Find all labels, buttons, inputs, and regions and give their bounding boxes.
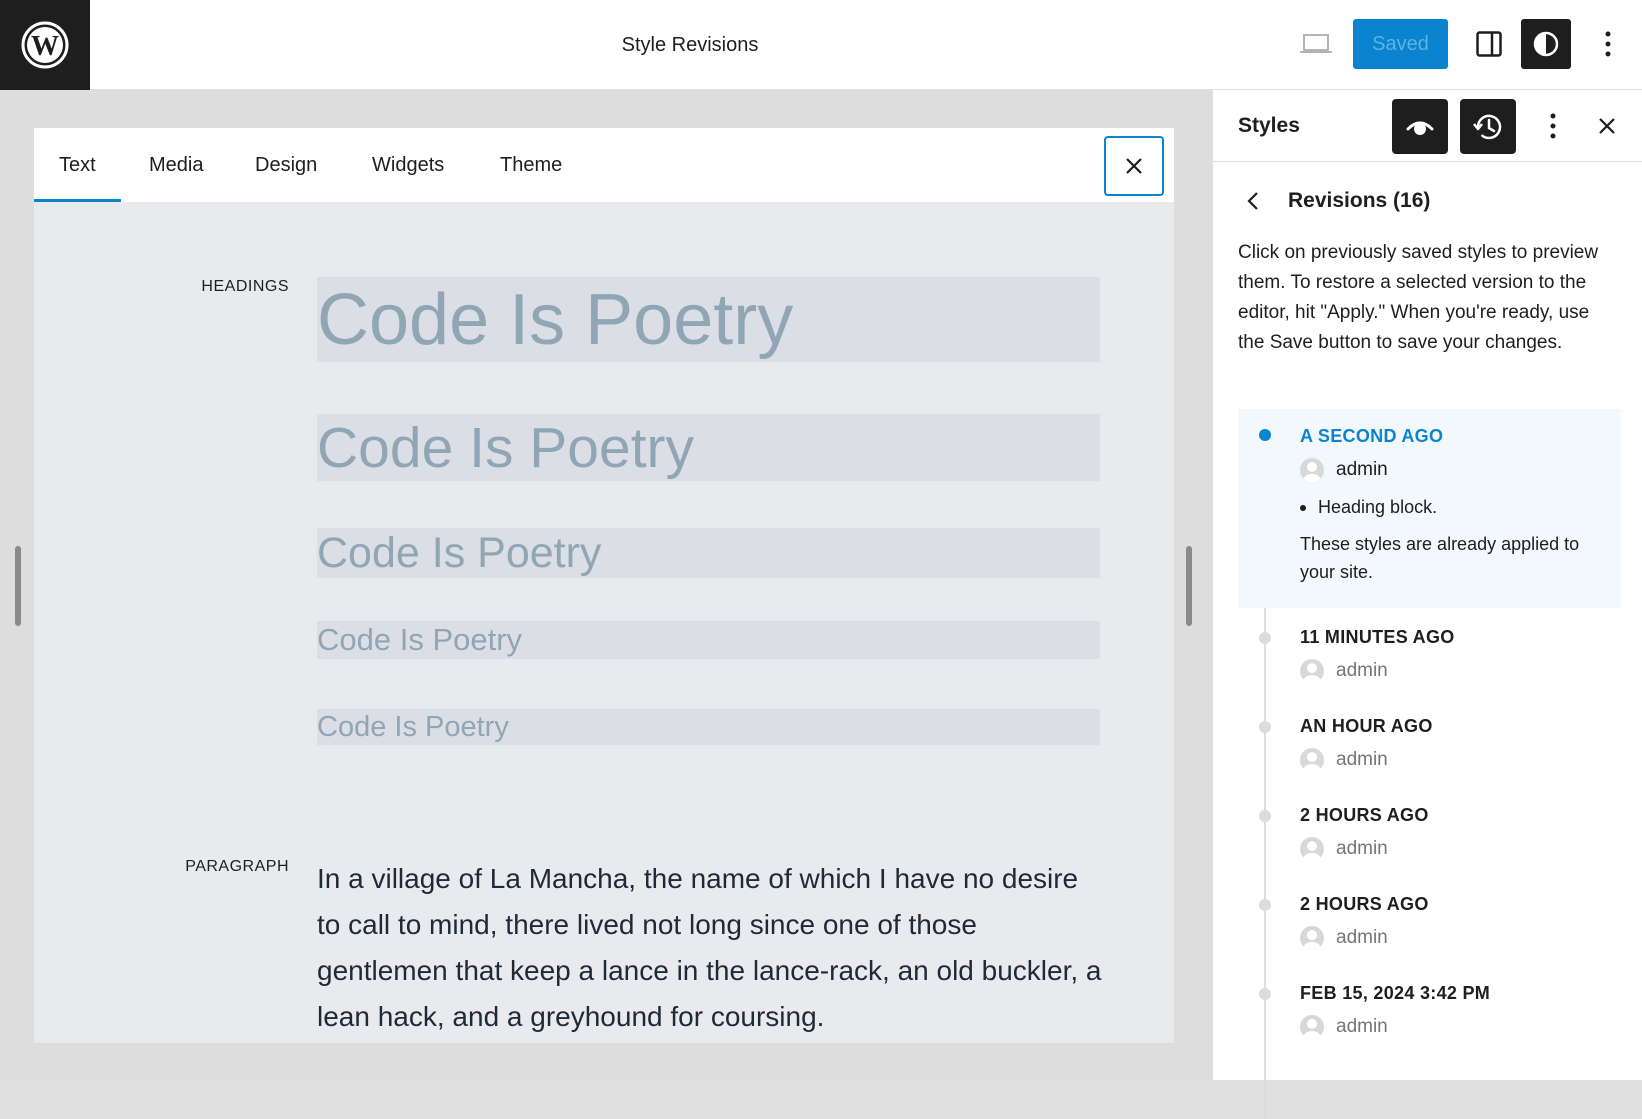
author-name: admin — [1336, 1016, 1388, 1037]
sidebar-header: Styles — [1213, 90, 1642, 162]
revision-applied-note: These styles are already applied to your… — [1300, 534, 1580, 582]
avatar — [1300, 837, 1324, 861]
heading-h4-sample[interactable]: Code Is Poetry — [317, 621, 1100, 659]
avatar — [1300, 748, 1324, 772]
revision-date: FEB 15, 2024 3:42 PM — [1300, 983, 1491, 1003]
style-book-preview: Text Media Design Widgets Theme HEADINGS… — [34, 128, 1174, 1043]
revision-date: 2 HOURS AGO — [1300, 894, 1429, 914]
sidebar-title: Styles — [1238, 114, 1300, 137]
vertical-ellipsis-icon — [1550, 113, 1556, 139]
settings-sidebar-toggle[interactable] — [1464, 20, 1514, 68]
vertical-ellipsis-icon — [1605, 31, 1611, 57]
revisions-navigation: Revisions (16) — [1238, 186, 1430, 216]
bullet-icon — [1300, 504, 1306, 511]
revision-author: admin — [1300, 457, 1621, 483]
heading-h5-sample[interactable]: Code Is Poetry — [317, 709, 1100, 745]
heading-h3-sample[interactable]: Code Is Poetry — [317, 528, 1100, 578]
heading-h1-sample[interactable]: Code Is Poetry — [317, 277, 1100, 362]
left-resize-handle[interactable] — [15, 546, 21, 626]
contrast-half-circle-icon — [1533, 31, 1559, 57]
history-icon — [1473, 114, 1502, 139]
paragraph-sample[interactable]: In a village of La Mancha, the name of w… — [317, 856, 1107, 1040]
styles-sidebar: Styles Revisions (16) Click on previousl… — [1212, 90, 1642, 1119]
revision-author: admin — [1300, 747, 1621, 773]
close-style-book-button[interactable] — [1104, 136, 1164, 196]
editor-header: W Style Revisions Saved — [0, 0, 1642, 90]
device-preview-button[interactable] — [1296, 26, 1336, 62]
revisions-title: Revisions (16) — [1288, 189, 1431, 212]
styles-button[interactable] — [1521, 19, 1571, 69]
revision-item[interactable]: 2 HOURS AGO admin — [1238, 786, 1621, 875]
revision-date: 2 HOURS AGO — [1300, 805, 1429, 825]
revision-item[interactable]: 11 MINUTES AGO admin — [1238, 608, 1621, 697]
avatar — [1300, 659, 1324, 683]
avatar — [1300, 926, 1324, 950]
options-menu-button[interactable] — [1588, 20, 1628, 68]
laptop-icon — [1300, 34, 1332, 53]
tab-media[interactable]: Media — [124, 128, 228, 202]
author-name: admin — [1336, 660, 1388, 681]
revision-dot — [1259, 721, 1271, 733]
revision-dot — [1259, 429, 1271, 441]
revision-item[interactable]: A SECOND AGO admin Heading block. These … — [1238, 409, 1621, 608]
headings-label: HEADINGS — [201, 278, 289, 295]
style-book-button[interactable] — [1392, 99, 1448, 154]
author-name: admin — [1336, 749, 1388, 770]
revisions-button[interactable] — [1460, 99, 1516, 154]
author-name: admin — [1336, 838, 1388, 859]
revision-change-text: Heading block. — [1318, 497, 1438, 517]
chevron-left-icon — [1247, 192, 1258, 210]
eye-icon — [1406, 121, 1434, 135]
revisions-list: A SECOND AGO admin Heading block. These … — [1238, 409, 1621, 1119]
heading-h2-sample[interactable]: Code Is Poetry — [317, 414, 1100, 481]
close-icon — [1126, 158, 1142, 174]
revision-author: admin — [1300, 836, 1621, 862]
avatar — [1300, 1015, 1324, 1039]
revision-item[interactable]: 2 HOURS AGO admin — [1238, 875, 1621, 964]
revision-author: admin — [1300, 658, 1621, 684]
revision-item[interactable]: FEB 15, 2024 3:42 PM admin — [1238, 964, 1621, 1053]
revision-dot — [1259, 899, 1271, 911]
revision-dot — [1259, 632, 1271, 644]
revision-dot — [1259, 988, 1271, 1000]
close-sidebar-button[interactable] — [1585, 102, 1629, 150]
style-book-tabs: Text Media Design Widgets Theme — [34, 128, 1174, 202]
sidebar-options-button[interactable] — [1531, 102, 1575, 150]
tab-design[interactable]: Design — [230, 128, 342, 202]
right-resize-handle[interactable] — [1186, 546, 1192, 626]
revision-author: admin — [1300, 925, 1621, 951]
revision-author: admin — [1300, 1014, 1621, 1040]
revision-changes-item: Heading block. — [1300, 497, 1621, 518]
back-button[interactable] — [1238, 186, 1268, 216]
revision-item[interactable]: AN HOUR AGO admin — [1238, 697, 1621, 786]
author-name: admin — [1336, 927, 1388, 948]
sidebar-toggle-icon — [1476, 31, 1502, 57]
tab-widgets[interactable]: Widgets — [347, 128, 469, 202]
close-icon — [1599, 118, 1615, 134]
revision-date: AN HOUR AGO — [1300, 716, 1433, 736]
tab-theme[interactable]: Theme — [475, 128, 587, 202]
tab-text[interactable]: Text — [34, 128, 121, 202]
save-button[interactable]: Saved — [1353, 19, 1448, 69]
document-title[interactable]: Style Revisions — [0, 0, 1380, 90]
avatar — [1300, 458, 1324, 482]
revision-date: 11 MINUTES AGO — [1300, 627, 1455, 647]
revisions-description: Click on previously saved styles to prev… — [1238, 242, 1599, 353]
author-name: admin — [1336, 459, 1388, 480]
revision-dot — [1259, 810, 1271, 822]
revision-date: A SECOND AGO — [1300, 426, 1444, 446]
paragraph-label: PARAGRAPH — [185, 858, 289, 875]
